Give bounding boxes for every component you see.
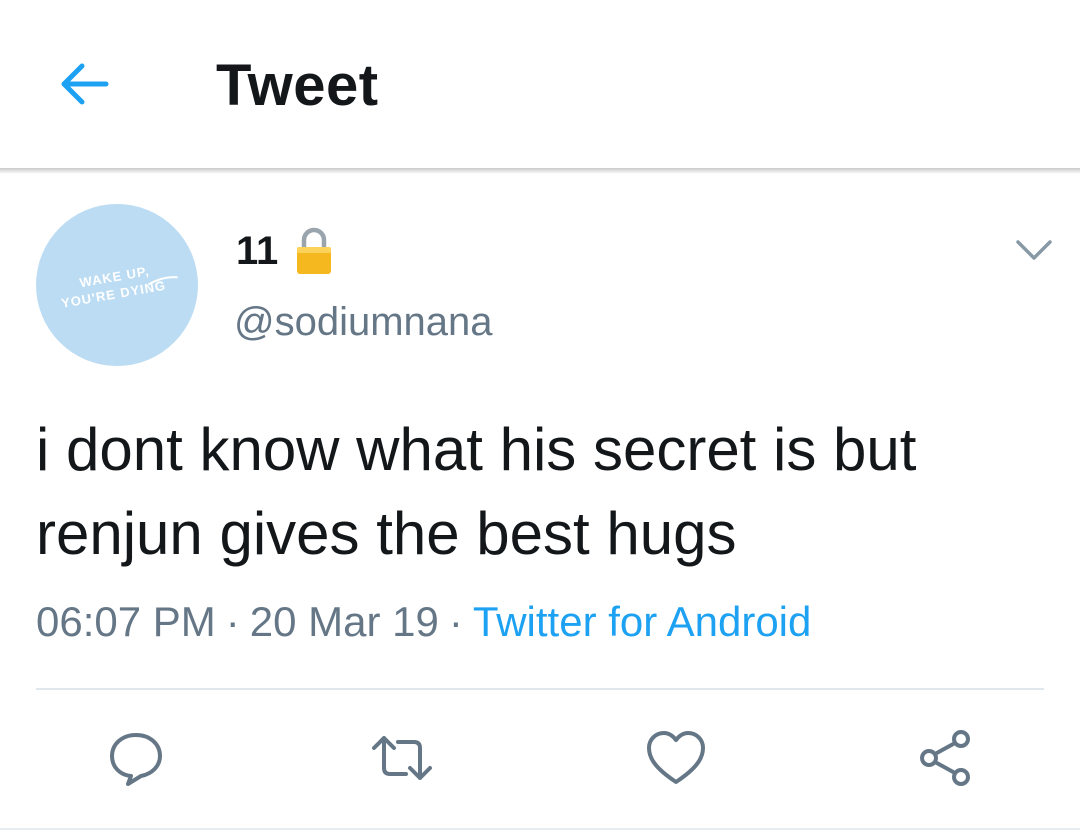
lock-icon <box>297 227 332 274</box>
avatar[interactable]: WAKE UP, YOU'RE DYING <box>36 204 198 366</box>
heart-icon <box>647 731 705 784</box>
page-title: Tweet <box>216 53 379 118</box>
meta-separator: · <box>448 598 463 645</box>
arrow-left-icon <box>61 63 109 105</box>
retweet-icon <box>372 736 432 780</box>
avatar-image: WAKE UP, YOU'RE DYING <box>60 263 178 311</box>
chevron-down-icon[interactable] <box>1010 226 1058 274</box>
tweet-time: 06:07 PM <box>36 598 216 645</box>
reply-icon <box>110 733 162 786</box>
top-app-bar: Tweet <box>0 0 1080 168</box>
back-button[interactable] <box>52 52 116 116</box>
user-name-row[interactable]: 11 <box>236 226 334 276</box>
actions-divider <box>36 688 1044 690</box>
tweet-meta: 06:07 PM · 20 Mar 19 · Twitter for Android <box>36 598 811 646</box>
retweet-button[interactable] <box>370 726 434 790</box>
tweet-text-line: renjun gives the best hugs <box>36 500 737 567</box>
share-icon <box>920 730 970 786</box>
tweet-date: 20 Mar 19 <box>249 598 439 645</box>
reply-button[interactable] <box>104 726 168 790</box>
share-button[interactable] <box>914 726 978 790</box>
header-divider <box>0 168 1080 174</box>
like-button[interactable] <box>644 726 708 790</box>
display-name[interactable]: 11 <box>236 229 278 274</box>
tweet-source-link[interactable]: Twitter for Android <box>473 598 811 645</box>
meta-separator: · <box>225 598 240 645</box>
user-handle[interactable]: @sodiumnana <box>234 300 493 345</box>
tweet-text-line: i dont know what his secret is but <box>36 416 917 483</box>
tweet-text: i dont know what his secret is but renju… <box>36 408 1046 576</box>
bottom-divider <box>0 828 1080 830</box>
